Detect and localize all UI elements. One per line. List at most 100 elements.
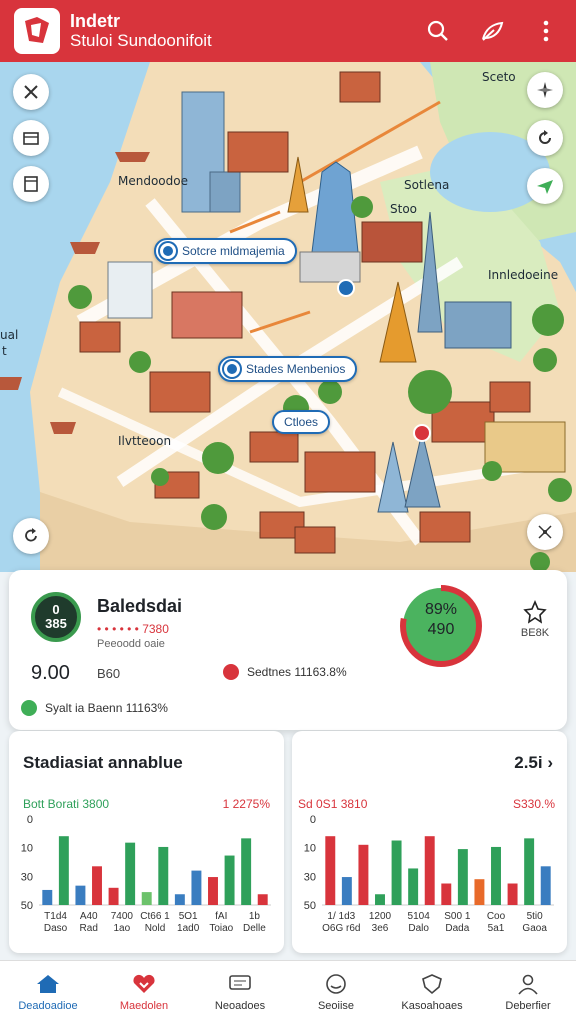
chart-bar[interactable] [125, 842, 136, 905]
y-tick-label: 30 [304, 871, 316, 883]
x-tick-label: 1/ 1d3 [327, 911, 355, 922]
chart-bar[interactable] [391, 840, 402, 906]
chart-bar[interactable] [408, 868, 419, 905]
chart-bar[interactable] [507, 883, 518, 906]
x-tick-label: 5ti0 [527, 911, 544, 922]
bookmark-button[interactable] [13, 166, 49, 202]
nav-label: Kasoahoaes [401, 1000, 463, 1012]
stats-title: Stadiasiat annablue [23, 753, 183, 772]
navigate-button[interactable] [527, 168, 563, 204]
x-tick-label: 1200 [369, 911, 392, 922]
map-label-west-district: Mendoodoe [118, 174, 188, 188]
chart-bar[interactable] [375, 894, 385, 905]
message-icon [229, 975, 251, 990]
eco-button[interactable] [476, 15, 508, 47]
nav-item-messages[interactable]: Neoadoes [192, 961, 288, 1024]
summary-dots: • • • • • • 7380 [97, 622, 169, 636]
summary-title: Baledsdai [97, 596, 183, 616]
user-icon [518, 974, 538, 995]
navigate-icon [537, 180, 553, 194]
map-pin-text: Sotcre mldmajemia [182, 244, 285, 258]
map-pin-text: Stades Menbenios [246, 362, 346, 376]
x-tick-label: Rad [80, 923, 98, 934]
map-pin-label-2[interactable]: Stades Menbenios [218, 356, 358, 382]
layers-button[interactable] [13, 120, 49, 156]
nav-label: Deadoadioe [18, 1000, 78, 1012]
x-tick-label: Delle [243, 923, 266, 934]
chart-bar[interactable] [257, 894, 268, 905]
search-button[interactable] [422, 15, 454, 47]
chart-bar[interactable] [208, 877, 218, 905]
gauge-top-text: 89% [424, 601, 458, 618]
map-label-north: Sceto [482, 70, 516, 84]
x-tick-label: A40 [80, 911, 98, 922]
chart-bar[interactable] [108, 887, 119, 905]
map-pin-label-1[interactable]: Sotcre mldmajemia [154, 238, 297, 264]
map-pin-label-3[interactable]: Ctloes [272, 410, 331, 434]
chart-bar[interactable] [58, 836, 69, 905]
chart-bar[interactable] [540, 866, 551, 905]
gauge-bottom-text: 490 [427, 621, 455, 638]
x-tick-label: 3e6 [372, 923, 389, 934]
app-title: Indetr [70, 10, 121, 31]
chart-bar[interactable] [141, 892, 152, 905]
legend-green: Syalt ia Baenn 11163% [21, 700, 168, 716]
chart-bar[interactable] [174, 894, 185, 905]
refresh-map-button[interactable] [13, 518, 49, 554]
chart-bar[interactable] [325, 836, 336, 905]
nav-item-home[interactable]: Deadoadioe [0, 961, 96, 1024]
chart-bar[interactable] [474, 879, 485, 905]
x-tick-label: Nold [145, 923, 166, 934]
nav-item-profile[interactable]: Deberfier [480, 961, 576, 1024]
nav-item-shield[interactable]: Kasoahoaes [384, 961, 480, 1024]
x-tick-label: Gaoa [522, 923, 547, 934]
expand-icon [538, 525, 552, 539]
map-label-east: Innledoeine [488, 268, 559, 282]
chart-bar[interactable] [424, 836, 435, 905]
stats-card-right: 2.5i › Sd 0S1 3810 S330.% 50 30 10 0 1/ 1d3 O… [292, 731, 567, 953]
stats-right-head[interactable]: 2.5i › [514, 753, 553, 773]
red-dot-icon [223, 664, 239, 680]
app-subtitle: Stuloi Sundoonifoit [70, 30, 212, 50]
chart-bar[interactable] [341, 877, 352, 905]
chart-bar[interactable] [457, 849, 468, 905]
chart-left: 50 30 10 0 T1d4Daso A40Rad 74001ao Ct66 1Nold 5O… [21, 814, 271, 934]
x-tick-label: Dalo [408, 923, 429, 934]
rotate-button[interactable] [527, 120, 563, 156]
nav-item-favorites[interactable]: Maedolen [96, 961, 192, 1024]
y-tick-label: 50 [21, 900, 33, 912]
compass-icon [537, 82, 553, 98]
y-tick-label: 0 [310, 814, 316, 826]
chart-bar[interactable] [241, 838, 252, 905]
city-map[interactable]: Sceto Mendoodoe Sotlena Stoo Innledoeine… [0, 62, 576, 572]
award-block[interactable]: BE8K [515, 599, 555, 639]
layers-icon [23, 132, 39, 145]
chart-bar[interactable] [75, 885, 86, 905]
x-tick-label: T1d4 [44, 911, 67, 922]
summary-big-sub: B60 [97, 666, 121, 681]
x-tick-label: Dada [445, 923, 469, 934]
map-label-edge-west: ual [0, 328, 19, 342]
x-tick-label: 1b [249, 911, 261, 922]
chart-bar[interactable] [191, 870, 202, 905]
summary-big-value: 9.00 [31, 662, 70, 684]
chart-bar[interactable] [158, 846, 169, 905]
chart-bar[interactable] [92, 866, 102, 905]
more-button[interactable] [530, 15, 562, 47]
close-map-button[interactable] [13, 74, 49, 110]
heart-icon [133, 974, 155, 993]
bottom-nav: Deadoadioe Maedolen Neoadoes Seoiise Kas… [0, 960, 576, 1024]
search-icon [427, 20, 448, 41]
chart-bar[interactable] [224, 855, 235, 905]
x-tick-label: Toiao [209, 923, 233, 934]
chart-bar[interactable] [42, 889, 53, 905]
chart-bar[interactable] [491, 846, 501, 905]
compass-button[interactable] [527, 72, 563, 108]
nav-item-services[interactable]: Seoiise [288, 961, 384, 1024]
shield-icon [422, 974, 442, 995]
chart-bar[interactable] [441, 883, 452, 906]
expand-map-button[interactable] [527, 514, 563, 550]
chart-bar[interactable] [358, 844, 369, 905]
chart-bar[interactable] [524, 838, 535, 905]
x-tick-label: Ct66 1 [140, 911, 170, 922]
